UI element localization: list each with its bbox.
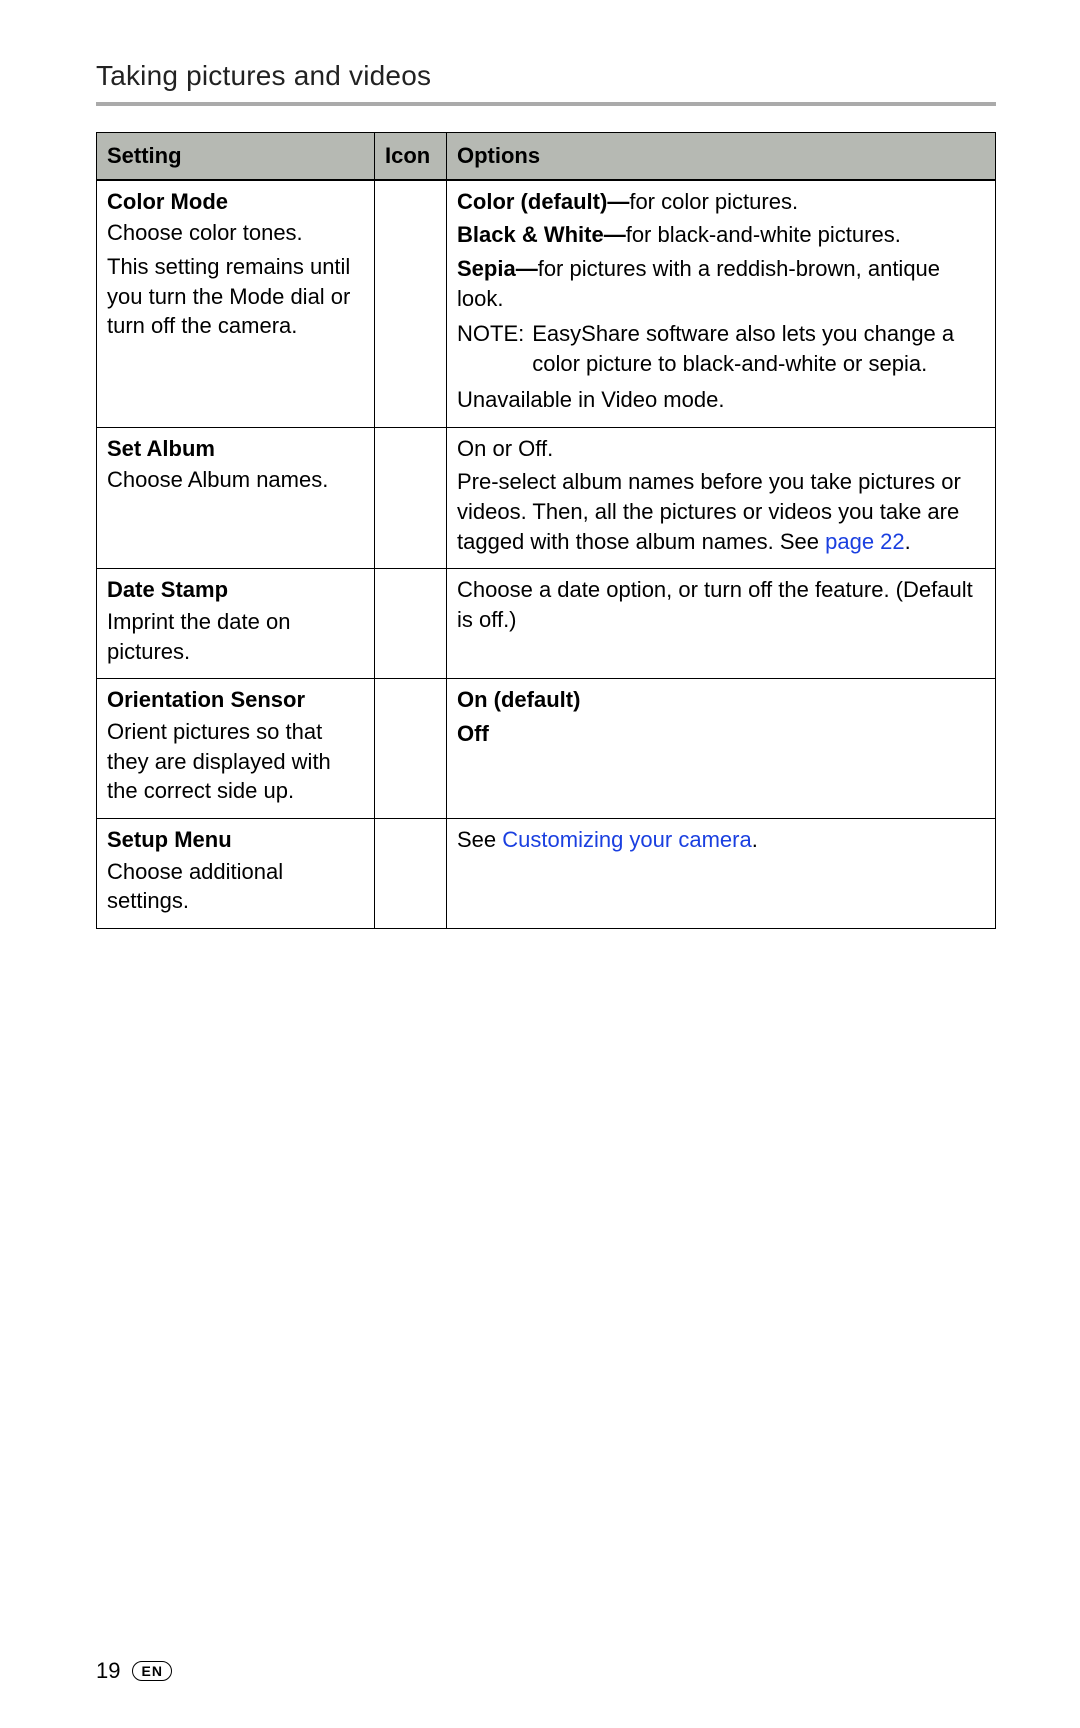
- setting-cell: Date Stamp Imprint the date on pictures.: [97, 569, 375, 679]
- option-line: Pre-select album names before you take p…: [457, 467, 985, 556]
- option-text: for black-and-white pictures.: [626, 222, 901, 247]
- options-cell: See Customizing your camera.: [447, 819, 996, 929]
- note-body: EasyShare software also lets you change …: [532, 319, 985, 378]
- table-row: Orientation Sensor Orient pictures so th…: [97, 679, 996, 819]
- option-text: .: [752, 827, 758, 852]
- setting-cell: Orientation Sensor Orient pictures so th…: [97, 679, 375, 819]
- setting-title: Setup Menu: [107, 825, 364, 855]
- page-number: 19: [96, 1658, 120, 1684]
- options-cell: On or Off. Pre-select album names before…: [447, 427, 996, 569]
- table-row: Set Album Choose Album names. On or Off.…: [97, 427, 996, 569]
- note-label: NOTE:: [457, 319, 524, 378]
- table-header-row: Setting Icon Options: [97, 133, 996, 180]
- option-bold: Color (default)—: [457, 189, 629, 214]
- setting-subtitle: Choose additional settings.: [107, 857, 364, 916]
- icon-cell: [375, 569, 447, 679]
- table-row: Color Mode Choose color tones. This sett…: [97, 180, 996, 427]
- setting-note: This setting remains until you turn the …: [107, 252, 364, 341]
- header-icon: Icon: [375, 133, 447, 180]
- setting-title: Set Album: [107, 434, 364, 464]
- option-tail: Unavailable in Video mode.: [457, 385, 985, 415]
- option-line: Color (default)—for color pictures.: [457, 187, 985, 217]
- option-text: .: [905, 529, 911, 554]
- setting-subtitle: Orient pictures so that they are display…: [107, 717, 364, 806]
- page: Taking pictures and videos Setting Icon …: [0, 0, 1080, 1728]
- option-bold: On (default): [457, 685, 985, 715]
- setting-title: Color Mode: [107, 187, 364, 217]
- setting-subtitle: Choose color tones.: [107, 218, 364, 248]
- option-text: for color pictures.: [629, 189, 798, 214]
- section-title: Taking pictures and videos: [96, 60, 996, 92]
- settings-table: Setting Icon Options Color Mode Choose c…: [96, 132, 996, 929]
- table-row: Date Stamp Imprint the date on pictures.…: [97, 569, 996, 679]
- options-cell: On (default) Off: [447, 679, 996, 819]
- table-row: Setup Menu Choose additional settings. S…: [97, 819, 996, 929]
- setting-title: Date Stamp: [107, 575, 364, 605]
- option-line: On or Off.: [457, 434, 985, 464]
- option-line: Sepia—for pictures with a reddish-brown,…: [457, 254, 985, 313]
- language-pill: EN: [132, 1661, 171, 1681]
- option-bold: Sepia—: [457, 256, 538, 281]
- link-page-22[interactable]: page 22: [825, 529, 905, 554]
- setting-subtitle: Choose Album names.: [107, 465, 364, 495]
- icon-cell: [375, 679, 447, 819]
- link-customizing-camera[interactable]: Customizing your camera: [502, 827, 751, 852]
- options-cell: Color (default)—for color pictures. Blac…: [447, 180, 996, 427]
- option-line: Choose a date option, or turn off the fe…: [457, 575, 985, 634]
- page-footer: 19 EN: [96, 1658, 172, 1684]
- options-cell: Choose a date option, or turn off the fe…: [447, 569, 996, 679]
- option-note: NOTE: EasyShare software also lets you c…: [457, 319, 985, 378]
- option-bold: Black & White—: [457, 222, 626, 247]
- header-options: Options: [447, 133, 996, 180]
- option-bold: Off: [457, 719, 985, 749]
- option-line: Black & White—for black-and-white pictur…: [457, 220, 985, 250]
- icon-cell: [375, 427, 447, 569]
- setting-cell: Set Album Choose Album names.: [97, 427, 375, 569]
- setting-title: Orientation Sensor: [107, 685, 364, 715]
- header-setting: Setting: [97, 133, 375, 180]
- setting-cell: Setup Menu Choose additional settings.: [97, 819, 375, 929]
- section-rule: [96, 102, 996, 106]
- icon-cell: [375, 819, 447, 929]
- setting-cell: Color Mode Choose color tones. This sett…: [97, 180, 375, 427]
- icon-cell: [375, 180, 447, 427]
- setting-subtitle: Imprint the date on pictures.: [107, 607, 364, 666]
- option-text: See: [457, 827, 502, 852]
